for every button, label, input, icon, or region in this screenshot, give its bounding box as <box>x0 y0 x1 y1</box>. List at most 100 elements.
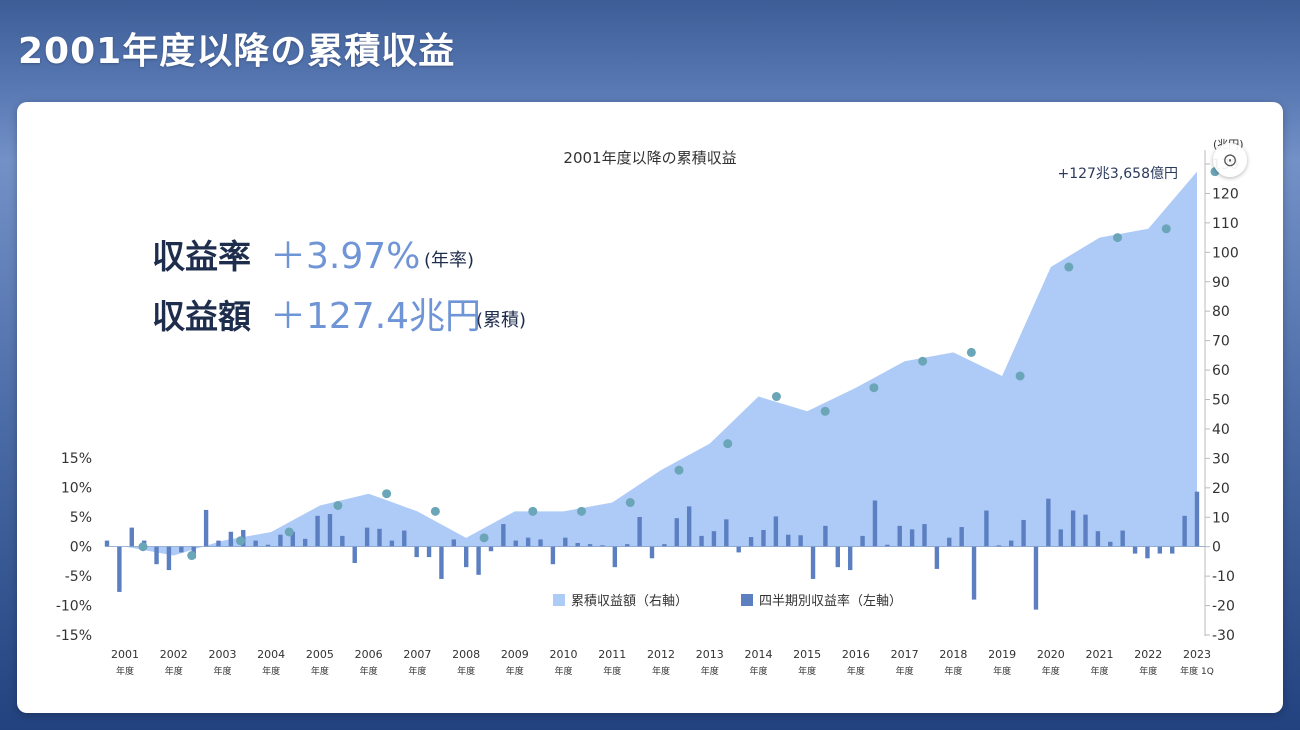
quarterly-return-bar <box>426 546 432 558</box>
quarterly-return-bar <box>773 516 779 547</box>
x-tick-sub: 年度 <box>1091 665 1109 677</box>
x-tick-year: 2023 <box>1183 648 1211 661</box>
quarterly-return-bar <box>1033 546 1039 610</box>
quarterly-return-bar <box>525 537 531 547</box>
quarterly-return-bar <box>253 540 258 547</box>
legend-bar-swatch <box>741 594 753 606</box>
quarterly-return-bar <box>364 527 370 547</box>
quarterly-return-bar <box>501 524 506 547</box>
quarterly-return-bar <box>563 537 568 547</box>
cumulative-marker <box>528 506 538 516</box>
right-axis-tick-label: 10 <box>1212 510 1230 526</box>
chart-title: 2001年度以降の累積収益 <box>563 149 736 167</box>
image-search-icon[interactable]: ⊙ <box>1213 143 1247 177</box>
quarterly-return-bar <box>216 540 221 547</box>
cumulative-marker <box>1113 233 1123 243</box>
cumulative-marker <box>187 551 197 561</box>
quarterly-return-bar <box>699 535 704 547</box>
cumulative-marker <box>138 542 148 552</box>
right-axis-tick-label: -10 <box>1212 569 1235 585</box>
quarterly-return-bar <box>464 546 469 568</box>
cumulative-marker <box>966 347 976 357</box>
quarterly-return-bar <box>1070 510 1076 547</box>
x-tick-sub: 年度 <box>408 665 426 677</box>
quarterly-return-bar <box>984 510 989 547</box>
quarterly-return-bar <box>637 517 642 547</box>
quarterly-return-bar <box>1108 541 1113 547</box>
quarterly-return-bar <box>823 525 828 547</box>
quarterly-return-bar <box>340 535 345 547</box>
cumulative-marker <box>284 527 294 537</box>
cumulative-marker <box>674 465 684 475</box>
amount-label: 収益額 <box>152 297 251 336</box>
x-tick-year: 2006 <box>355 648 383 661</box>
x-tick-year: 2022 <box>1134 648 1162 661</box>
x-tick-sub: 年度 <box>701 665 719 677</box>
right-axis-tick-label: 40 <box>1212 422 1230 438</box>
quarterly-return-bar <box>686 506 692 547</box>
x-tick-sub: 年度 <box>798 665 816 677</box>
cumulative-marker <box>235 536 245 546</box>
quarterly-return-bar <box>389 540 395 547</box>
quarterly-return-bar <box>748 537 754 547</box>
quarterly-return-bar <box>909 529 915 547</box>
quarterly-return-bar <box>1157 546 1163 554</box>
x-tick-year: 2005 <box>306 648 334 661</box>
x-tick-year: 2008 <box>452 648 480 661</box>
quarterly-return-bar <box>166 546 172 571</box>
cumulative-return-chart: 2001年度以降の累積収益(兆円)13012011010090807060504… <box>56 138 1244 677</box>
x-tick-year: 2001 <box>111 648 139 661</box>
quarterly-return-bar <box>1058 529 1063 547</box>
right-axis-tick-label: 50 <box>1212 393 1230 409</box>
quarterly-return-bar <box>550 546 556 565</box>
quarterly-return-bar <box>1009 540 1014 547</box>
left-axis-tick-label: 0% <box>70 540 92 556</box>
quarterly-return-bar <box>451 539 457 547</box>
quarterly-return-bar <box>786 534 791 547</box>
cumulative-marker <box>1015 371 1025 381</box>
x-tick-year: 2009 <box>501 648 529 661</box>
quarterly-return-bar <box>1083 514 1088 547</box>
quarterly-return-bar <box>947 537 952 547</box>
quarterly-return-bar <box>1132 546 1138 554</box>
final-value-annotation: +127兆3,658億円 <box>1057 166 1178 182</box>
x-tick-year: 2012 <box>647 648 675 661</box>
x-tick-year: 2003 <box>208 648 236 661</box>
amount-value: ＋127.4兆円 <box>270 296 481 337</box>
x-tick-year: 2016 <box>842 648 870 661</box>
left-axis-tick-label: 15% <box>61 451 92 467</box>
cumulative-marker <box>382 489 392 499</box>
cumulative-marker <box>1161 224 1171 234</box>
x-tick-sub: 年度 <box>213 665 231 677</box>
quarterly-return-bar <box>649 546 655 559</box>
quarterly-return-bar <box>736 546 741 553</box>
x-tick-sub: 年度 <box>847 665 865 677</box>
x-tick-sub: 年度 <box>944 665 962 677</box>
x-tick-sub: 年度 <box>1042 665 1060 677</box>
right-axis-tick-label: 60 <box>1212 363 1230 379</box>
x-tick-sub: 年度 <box>1139 665 1157 677</box>
x-tick-sub: 年度 <box>116 665 134 677</box>
quarterly-return-bar <box>488 546 494 552</box>
x-tick-year: 2014 <box>744 648 772 661</box>
x-tick-sub: 年度 <box>603 665 621 677</box>
quarterly-return-bar <box>104 540 110 547</box>
x-tick-sub: 年度 1Q <box>1180 665 1214 677</box>
quarterly-return-bar <box>352 546 357 564</box>
rate-label: 収益率 <box>152 237 251 276</box>
quarterly-return-bar <box>1095 531 1101 547</box>
right-axis-tick-label: 70 <box>1212 334 1230 350</box>
cumulative-marker <box>771 392 781 402</box>
right-axis-tick-label: 120 <box>1212 186 1239 202</box>
x-tick-year: 2015 <box>793 648 821 661</box>
right-axis-tick-label: 100 <box>1212 245 1239 261</box>
quarterly-return-bar <box>724 519 729 547</box>
right-axis-tick-label: 20 <box>1212 481 1230 497</box>
x-tick-year: 2007 <box>403 648 431 661</box>
x-tick-year: 2011 <box>598 648 626 661</box>
quarterly-return-bar <box>835 546 840 568</box>
x-tick-sub: 年度 <box>165 665 183 677</box>
quarterly-return-bar <box>897 525 902 547</box>
x-tick-year: 2018 <box>939 648 967 661</box>
quarterly-return-bar <box>538 539 543 547</box>
